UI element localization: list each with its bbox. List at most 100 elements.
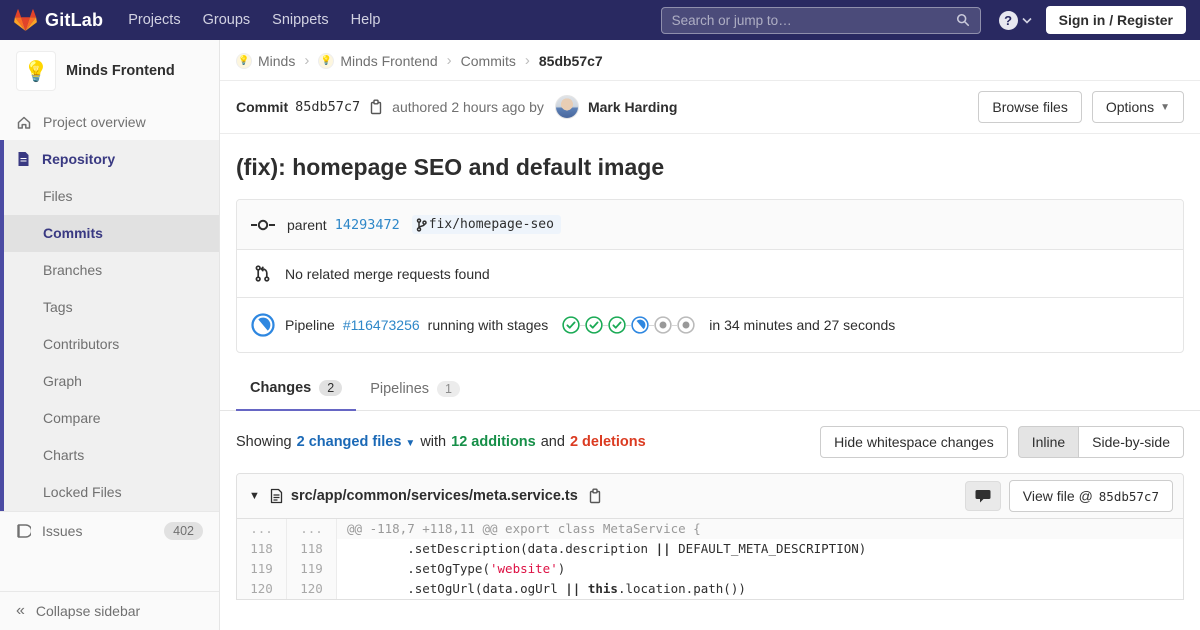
- stage-passed-icon[interactable]: [562, 316, 580, 334]
- nav-link-groups[interactable]: Groups: [192, 0, 262, 40]
- sidebar-item-label: Issues: [42, 523, 83, 539]
- navbar-links: Projects Groups Snippets Help: [117, 0, 391, 40]
- help-menu[interactable]: ?: [998, 10, 1032, 30]
- caret-down-icon: ▼: [1160, 101, 1170, 113]
- stage-pending-icon[interactable]: [654, 316, 672, 334]
- changed-files-dropdown[interactable]: 2 changed files ▼: [297, 434, 416, 450]
- options-label: Options: [1105, 99, 1155, 115]
- tab-label: Changes: [250, 380, 312, 396]
- pipeline-status-running-icon[interactable]: [251, 313, 275, 337]
- diff-line: 120 120 .setOgUrl(data.ogUrl || this.loca…: [237, 579, 1183, 599]
- old-line-number[interactable]: 118: [237, 539, 287, 559]
- copy-file-path-button[interactable]: [586, 486, 604, 506]
- sidebar-item-compare[interactable]: Compare: [4, 400, 219, 437]
- search-input[interactable]: [671, 12, 956, 28]
- old-line-number[interactable]: 119: [237, 559, 287, 579]
- browse-files-button[interactable]: Browse files: [978, 91, 1082, 123]
- side-by-side-view-button[interactable]: Side-by-side: [1078, 426, 1184, 458]
- sidebar-item-project-overview[interactable]: Project overview: [0, 104, 219, 140]
- breadcrumb-item-commits[interactable]: Commits: [461, 53, 516, 69]
- breadcrumb-separator-icon: ›: [446, 52, 452, 69]
- sidebar-item-charts[interactable]: Charts: [4, 437, 219, 474]
- old-line-number[interactable]: ...: [237, 519, 287, 539]
- main-content: 💡 Minds › 💡 Minds Frontend › Commits › 85db57c7 …: [220, 0, 1200, 600]
- showing-label: Showing: [236, 434, 292, 450]
- hide-whitespace-button[interactable]: Hide whitespace changes: [820, 426, 1008, 458]
- commit-title: (fix): homepage SEO and default image: [236, 154, 665, 180]
- inline-view-button[interactable]: Inline: [1017, 426, 1080, 458]
- diff-line: ...... @@ -118,7 +118,11 @@ export class …: [237, 519, 1183, 539]
- collapse-sidebar-label: Collapse sidebar: [35, 603, 141, 619]
- collapse-file-caret-icon[interactable]: ▼: [247, 490, 262, 502]
- commit-sha: 85db57c7: [295, 99, 361, 115]
- merge-request-icon: [255, 265, 270, 282]
- merge-requests-text: No related merge requests found: [285, 265, 490, 282]
- breadcrumb-item-minds-frontend[interactable]: 💡 Minds Frontend: [318, 52, 438, 69]
- stage-passed-icon[interactable]: [608, 316, 626, 334]
- parent-sha-link[interactable]: 14293472: [335, 217, 400, 233]
- caret-down-icon: ▼: [405, 438, 416, 449]
- sidebar-item-issues[interactable]: Issues 402: [0, 511, 219, 550]
- copy-sha-button[interactable]: [367, 97, 385, 117]
- toggle-comments-button[interactable]: [964, 481, 1001, 511]
- sidebar-item-label: Repository: [42, 151, 116, 167]
- sidebar-item-files[interactable]: Files: [4, 178, 219, 215]
- new-line-number[interactable]: ...: [287, 519, 337, 539]
- view-file-button[interactable]: View file @ 85db57c7: [1008, 480, 1173, 512]
- tab-changes[interactable]: Changes 2: [236, 367, 357, 411]
- home-icon: [16, 114, 32, 130]
- sidebar-item-repository[interactable]: Repository: [4, 140, 219, 178]
- author-avatar[interactable]: [554, 95, 579, 119]
- search-box[interactable]: [660, 6, 981, 34]
- file-path[interactable]: src/app/common/services/meta.service.ts: [291, 488, 578, 504]
- repository-subnav: Files Commits Branches Tags Contributors Grap…: [4, 178, 219, 511]
- new-line-number[interactable]: 118: [287, 539, 337, 559]
- search-icon[interactable]: [956, 13, 970, 27]
- tab-count-badge: 1: [437, 380, 460, 397]
- sign-in-register-button[interactable]: Sign in / Register: [1045, 6, 1186, 34]
- new-line-number[interactable]: 120: [287, 579, 337, 599]
- view-file-label: View file @: [1022, 488, 1093, 504]
- sidebar-item-branches[interactable]: Branches: [4, 252, 219, 289]
- help-icon: ?: [998, 10, 1018, 30]
- sidebar-item-commits[interactable]: Commits: [4, 215, 219, 252]
- gitlab-logo[interactable]: GitLab: [14, 8, 103, 32]
- collapse-sidebar-button[interactable]: « Collapse sidebar: [0, 591, 219, 630]
- issues-icon: [16, 523, 31, 539]
- pipeline-duration: in 34 minutes and 27 seconds: [709, 317, 896, 333]
- nav-link-snippets[interactable]: Snippets: [261, 0, 339, 40]
- new-line-number[interactable]: 119: [287, 559, 337, 579]
- breadcrumb-avatar: 💡: [318, 52, 335, 69]
- nav-link-projects[interactable]: Projects: [117, 0, 191, 40]
- commit-info-box: parent 14293472 fix/homepage-seo No rela…: [236, 199, 1184, 353]
- tab-pipelines[interactable]: Pipelines 1: [356, 367, 474, 410]
- sidebar-item-tags[interactable]: Tags: [4, 289, 219, 326]
- with-label: with: [420, 434, 447, 450]
- double-chevron-left-icon: «: [16, 602, 25, 619]
- tab-count-badge: 2: [319, 380, 343, 396]
- sidebar-item-locked-files[interactable]: Locked Files: [4, 474, 219, 511]
- stage-pending-icon[interactable]: [677, 316, 695, 334]
- old-line-number[interactable]: 120: [237, 579, 287, 599]
- stage-running-icon[interactable]: [631, 316, 649, 334]
- additions-count: 12 additions: [451, 434, 536, 450]
- stage-passed-icon[interactable]: [585, 316, 603, 334]
- diff-mode-toggle: Inline Side-by-side: [1017, 426, 1184, 458]
- diff-file-actions: View file @ 85db57c7: [964, 480, 1173, 512]
- nav-link-help[interactable]: Help: [340, 0, 392, 40]
- branch-badge[interactable]: fix/homepage-seo: [411, 215, 561, 234]
- diff-line-content: .setOgUrl(data.ogUrl || this.location.pa…: [347, 581, 746, 596]
- author-name[interactable]: Mark Harding: [588, 99, 677, 115]
- diff-line: 119 119 .setOgType('website'): [237, 559, 1183, 579]
- breadcrumb-separator-icon: ›: [524, 52, 530, 69]
- breadcrumb-item-minds[interactable]: 💡 Minds: [236, 52, 295, 69]
- file-icon: [270, 488, 283, 504]
- sidebar-item-graph[interactable]: Graph: [4, 363, 219, 400]
- sidebar-item-contributors[interactable]: Contributors: [4, 326, 219, 363]
- breadcrumb-label: Minds Frontend: [340, 52, 438, 69]
- pipeline-stages: [562, 316, 695, 334]
- diff-summary-row: Showing 2 changed files ▼ with 12 additi…: [220, 411, 1200, 473]
- project-context-header[interactable]: 💡 Minds Frontend: [0, 40, 219, 104]
- options-button[interactable]: Options ▼: [1091, 91, 1184, 123]
- pipeline-id-link[interactable]: #116473256: [343, 317, 420, 333]
